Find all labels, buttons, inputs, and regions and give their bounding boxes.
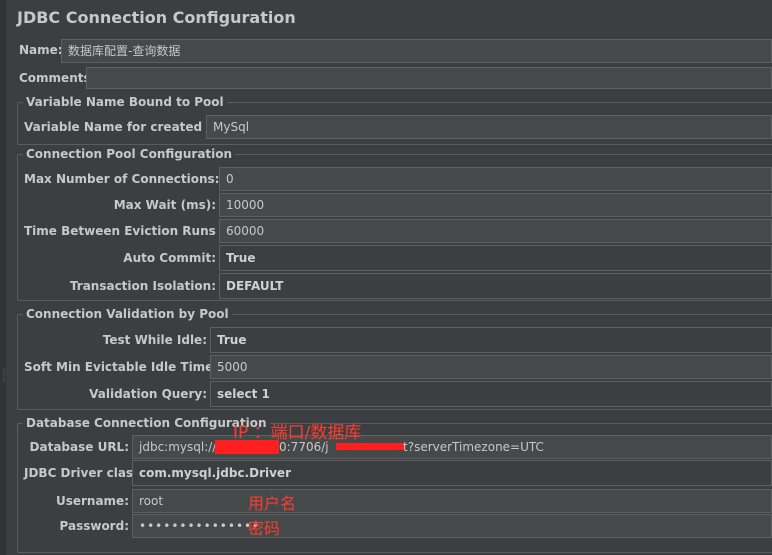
test-idle-label: Test While Idle: — [102, 333, 207, 347]
comments-label: Comments: — [19, 71, 96, 85]
db-url-field[interactable]: jdbc:mysql:// 0:7706/j t?serverTimezone=… — [132, 435, 772, 459]
eviction-field[interactable]: 60000 — [219, 219, 772, 243]
comments-field[interactable] — [86, 67, 772, 89]
isolation-select[interactable]: DEFAULT — [219, 273, 772, 299]
max-connections-field[interactable]: 0 — [219, 167, 772, 191]
driver-class-label: JDBC Driver class: — [24, 466, 146, 480]
db-url-label: Database URL: — [29, 440, 129, 454]
left-splitter[interactable] — [0, 0, 6, 555]
validation-group-legend: Connection Validation by Pool — [23, 307, 232, 321]
max-connections-label: Max Number of Connections: — [24, 172, 220, 186]
eviction-label: Time Between Eviction Runs (ms): — [24, 224, 256, 238]
validation-query-label: Validation Query: — [89, 387, 207, 401]
driver-class-select[interactable]: com.mysql.jdbc.Driver — [132, 460, 772, 486]
auto-commit-label: Auto Commit: — [123, 251, 216, 265]
max-wait-field[interactable]: 10000 — [219, 193, 772, 217]
name-label: Name: — [19, 43, 63, 57]
splitter-grip-icon[interactable]: ⋮ ⋮ — [0, 368, 8, 383]
soft-min-field[interactable]: 5000 — [210, 355, 772, 379]
page-title: JDBC Connection Configuration — [17, 8, 296, 27]
isolation-label: Transaction Isolation: — [69, 279, 216, 293]
validation-query-select[interactable]: select 1 — [210, 381, 772, 407]
test-idle-select[interactable]: True — [210, 327, 772, 353]
name-field[interactable]: 数据库配置-查询数据 — [61, 39, 772, 63]
max-wait-label: Max Wait (ms): — [113, 198, 216, 212]
variable-name-field[interactable]: MySql — [206, 115, 772, 139]
password-field[interactable]: ••••••••••••••• — [132, 514, 772, 538]
pool-group-legend: Connection Pool Configuration — [23, 147, 236, 161]
annotation-ip-port-db: IP ：端口/数据库 — [233, 423, 362, 443]
username-field[interactable]: root — [132, 489, 772, 513]
annotation-username: 用户名 — [248, 494, 297, 513]
db-url-prefix: jdbc:mysql:// — [139, 440, 217, 454]
auto-commit-select[interactable]: True — [219, 245, 772, 271]
password-label: Password: — [59, 519, 130, 533]
annotation-password: 密码 — [248, 519, 281, 538]
soft-min-label: Soft Min Evictable Idle Time(ms): — [24, 360, 249, 374]
variable-group-legend: Variable Name Bound to Pool — [23, 95, 227, 109]
db-url-suffix: t?serverTimezone=UTC — [403, 440, 544, 454]
username-label: Username: — [55, 494, 129, 508]
redaction-database — [336, 443, 404, 450]
